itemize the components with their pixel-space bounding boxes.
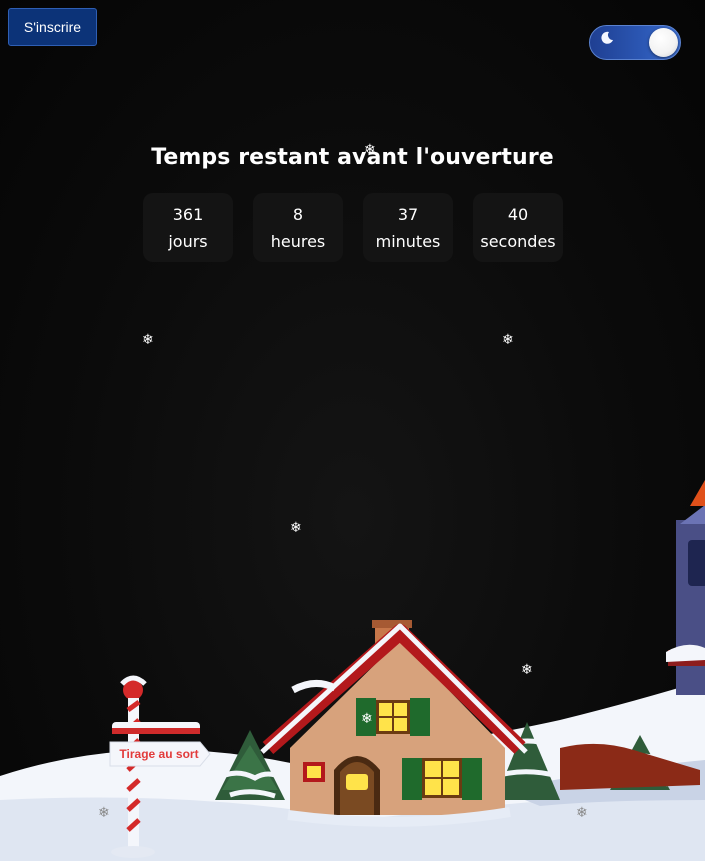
countdown-hours: 8 heures xyxy=(253,193,343,262)
christmas-village-illustration xyxy=(0,480,705,861)
draw-sign-link[interactable]: Tirage au sort xyxy=(110,742,208,766)
house xyxy=(260,620,528,827)
minutes-label: minutes xyxy=(375,231,441,251)
snowflake-icon: ❄ xyxy=(290,520,302,536)
seconds-value: 40 xyxy=(507,204,529,224)
snowflake-icon: ❄ xyxy=(142,332,154,348)
days-label: jours xyxy=(168,231,208,251)
days-value: 361 xyxy=(172,204,204,224)
castle-tower xyxy=(666,480,705,695)
hours-value: 8 xyxy=(292,204,304,224)
snowflake-icon: ❄ xyxy=(364,142,376,158)
hours-label: heures xyxy=(270,231,326,251)
moon-icon xyxy=(601,31,613,44)
minutes-value: 37 xyxy=(397,204,419,224)
countdown-title: Temps restant avant l'ouverture xyxy=(151,145,554,170)
toggle-knob xyxy=(649,28,678,57)
seconds-label: secondes xyxy=(480,231,556,251)
snowflake-icon: ❄ xyxy=(98,805,110,821)
theme-toggle[interactable] xyxy=(589,25,681,60)
countdown-seconds: 40 secondes xyxy=(473,193,563,262)
snowflake-icon: ❄ xyxy=(502,332,514,348)
snowflake-icon: ❄ xyxy=(576,805,588,821)
countdown-minutes: 37 minutes xyxy=(363,193,453,262)
snowflake-icon: ❄ xyxy=(521,662,533,678)
countdown-days: 361 jours xyxy=(143,193,233,262)
countdown: 361 jours 8 heures 37 minutes 40 seconde… xyxy=(143,193,563,262)
signup-button[interactable]: S'inscrire xyxy=(8,8,97,46)
snowflake-icon: ❄ xyxy=(361,711,373,727)
